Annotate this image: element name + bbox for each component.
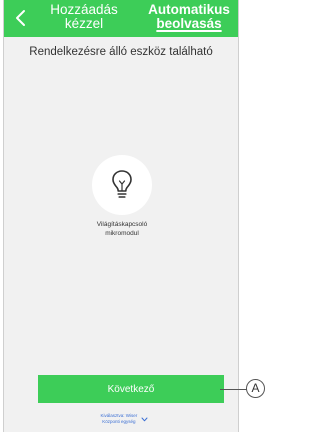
device-name-line1: Világításkapcsoló — [96, 221, 148, 228]
chevron-left-icon — [16, 10, 25, 26]
phone-screen: Hozzáadás kézzel Automatikus beolvasás R… — [3, 0, 239, 432]
device-name: Világításkapcsoló mikromodul — [64, 220, 180, 238]
device-card[interactable] — [92, 155, 152, 215]
tab-auto-scan[interactable]: Automatikus beolvasás — [140, 3, 238, 35]
page-headline: Rendelkezésre álló eszköz található — [29, 46, 213, 58]
tab-add-manually[interactable]: Hozzáadás kézzel — [38, 3, 130, 35]
hub-selection-text: Kiválasztva: Wiser Központi egység — [100, 413, 137, 425]
lightbulb-icon — [112, 170, 132, 198]
callout-leader-line — [220, 389, 247, 390]
callout-badge: A — [246, 379, 265, 398]
top-bar: Hozzáadás kézzel Automatikus beolvasás — [4, 0, 238, 37]
device-name-line2: mikromodul — [105, 230, 139, 237]
hub-selection-link[interactable]: Kiválasztva: Wiser Központi egység — [74, 413, 174, 425]
tab-auto-scan-line2: beolvasás — [156, 16, 222, 31]
tab-add-manually-line1: Hozzáadás — [50, 2, 118, 17]
tab-add-manually-line2: kézzel — [64, 16, 104, 31]
tab-auto-scan-line1: Automatikus — [148, 2, 230, 17]
next-button[interactable]: Következő — [38, 375, 224, 403]
back-button[interactable] — [12, 7, 32, 29]
chevron-down-icon — [141, 417, 148, 421]
hub-selection-line2: Központi egység — [102, 419, 136, 424]
hub-selection-line1: Kiválasztva: Wiser — [100, 413, 138, 418]
screenshot-frame: Hozzáadás kézzel Automatikus beolvasás R… — [0, 0, 269, 432]
